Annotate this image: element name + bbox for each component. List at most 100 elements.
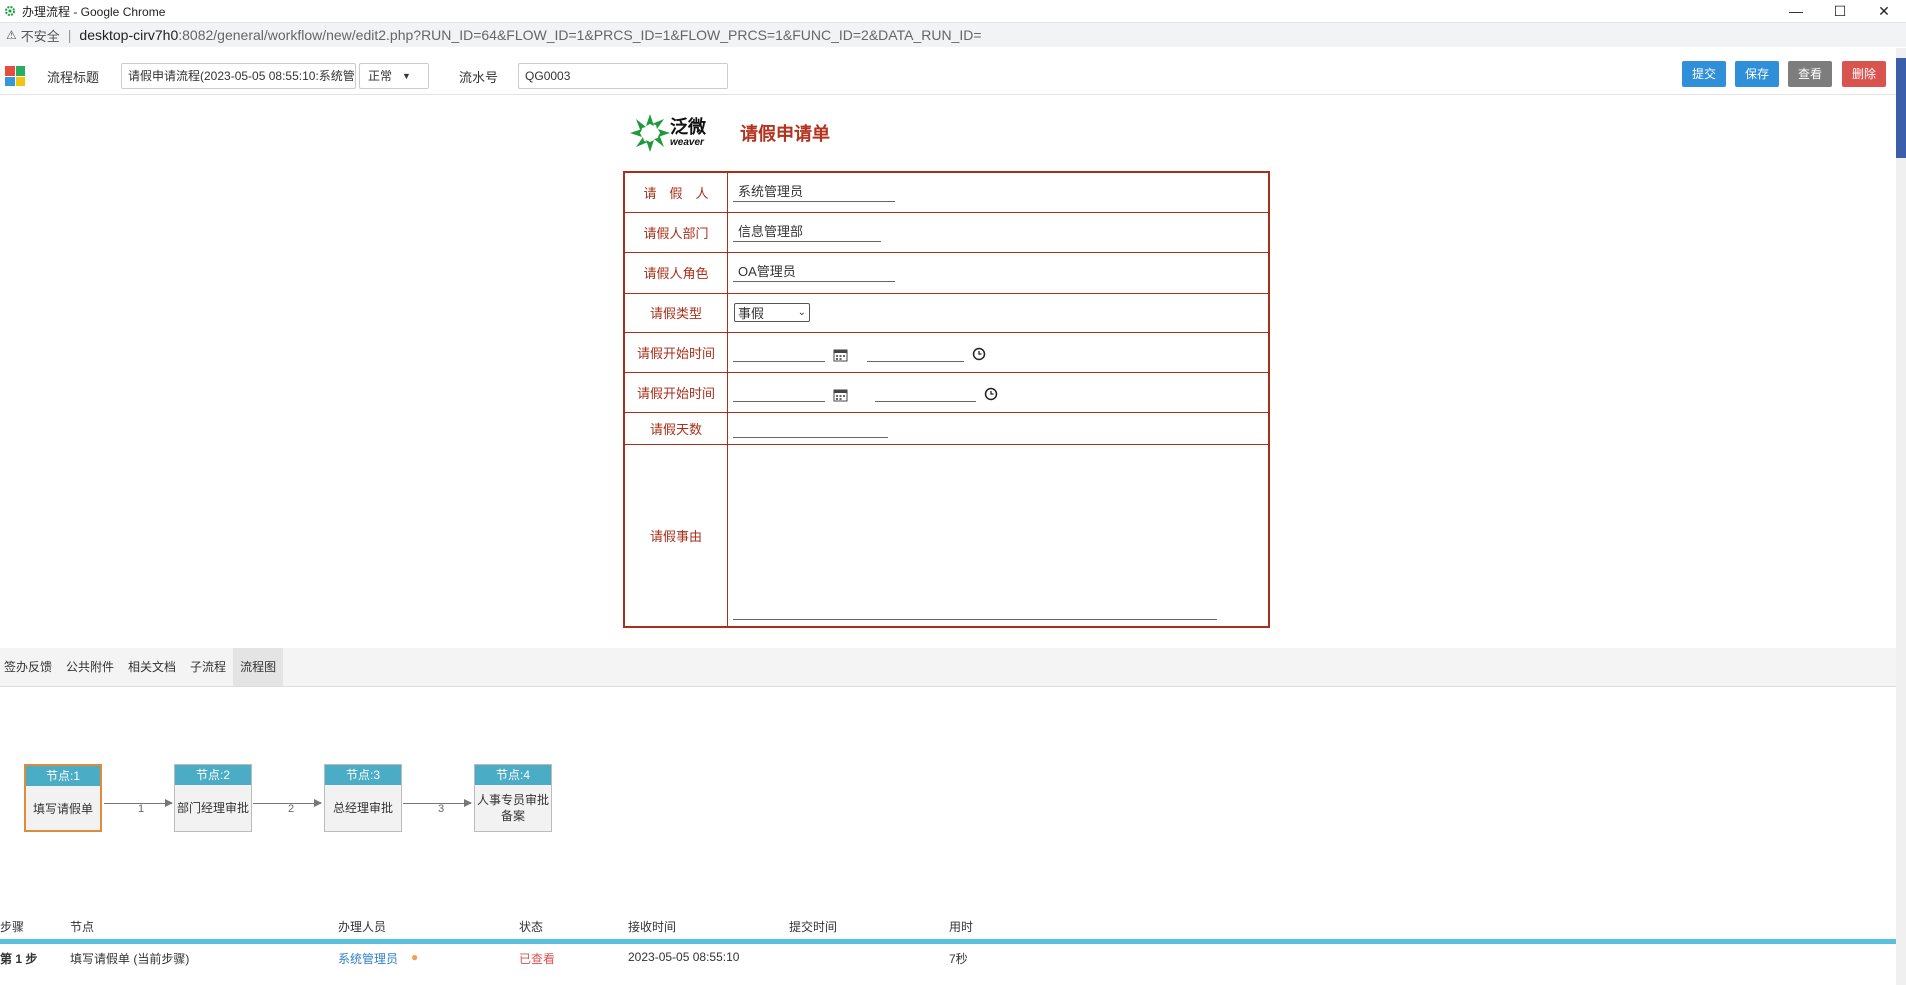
col-step: 步骤 [0, 920, 25, 934]
end-cell [727, 371, 1270, 413]
step-number: 第 1 步 [0, 952, 38, 966]
reason-textarea[interactable] [733, 459, 1217, 620]
applicant-cell: 系统管理员 [727, 171, 1270, 213]
priority-select[interactable]: 正常 ▼ [359, 63, 430, 89]
user-icon: ● [411, 950, 419, 964]
step-table-divider [0, 939, 1896, 944]
form-row-role: 请假人角色 OA管理员 [623, 251, 1270, 294]
col-handler: 办理人员 [338, 920, 387, 934]
flow-node-3[interactable]: 节点:3 总经理审批 [324, 764, 402, 832]
address-separator: | [67, 27, 72, 43]
step-handler-link[interactable]: 系统管理员 [338, 950, 398, 967]
bottom-tabs: 签办反馈 公共附件 相关文档 子流程 流程图 [0, 648, 1896, 687]
clock-icon[interactable] [972, 347, 986, 361]
tab-subflow[interactable]: 子流程 [183, 648, 233, 686]
days-label: 请假天数 [623, 411, 728, 445]
end-date-field[interactable] [733, 383, 825, 402]
form-row-type: 请假类型 事假 ⌄ [623, 292, 1270, 333]
applicant-field[interactable]: 系统管理员 [733, 183, 895, 202]
start-date-field[interactable] [733, 343, 825, 362]
arrow-label: 1 [138, 803, 145, 815]
warning-icon: ⚠ [6, 28, 17, 42]
app-gear-icon [5, 6, 15, 16]
caret-down-icon: ▼ [402, 71, 411, 81]
arrow-label: 3 [438, 803, 445, 815]
clock-icon[interactable] [984, 387, 998, 401]
form-row-start: 请假开始时间 [623, 331, 1270, 373]
url-host[interactable]: desktop-cirv7h0 [79, 27, 178, 43]
tab-attachments[interactable]: 公共附件 [59, 648, 121, 686]
tab-flowchart[interactable]: 流程图 [233, 648, 284, 686]
end-time-field[interactable] [875, 383, 977, 402]
flow-title-label: 流程标题 [47, 69, 100, 85]
flow-node-1[interactable]: 节点:1 填写请假单 [24, 764, 102, 832]
department-field[interactable]: 信息管理部 [733, 223, 881, 242]
maximize-icon[interactable]: ☐ [1818, 0, 1862, 22]
node-body: 填写请假单 [32, 802, 93, 816]
department-label: 请假人部门 [623, 211, 728, 253]
leave-type-value: 事假 [738, 306, 765, 321]
window-titlebar: 办理流程 - Google Chrome — ☐ ✕ [0, 0, 1906, 23]
step-node: 填写请假单 (当前步骤) [70, 952, 190, 966]
page-scrollbar[interactable] [1896, 48, 1906, 985]
days-field[interactable] [733, 419, 888, 438]
flow-arrow [403, 799, 472, 807]
serial-label: 流水号 [459, 69, 499, 85]
form-row-end: 请假开始时间 [623, 371, 1270, 413]
node-head: 节点:4 [475, 765, 551, 785]
weaver-logo-icon [630, 114, 670, 152]
start-cell [727, 331, 1270, 373]
node-head: 节点:3 [325, 765, 401, 785]
col-elapsed: 用时 [949, 920, 974, 934]
calendar-icon[interactable] [833, 387, 848, 402]
url-path[interactable]: :8082/general/workflow/new/edit2.php?RUN… [178, 27, 981, 43]
save-button[interactable]: 保存 [1735, 61, 1779, 87]
col-node: 节点 [70, 920, 95, 934]
department-cell: 信息管理部 [727, 211, 1270, 253]
type-cell: 事假 ⌄ [727, 292, 1270, 333]
end-label: 请假开始时间 [623, 371, 728, 413]
col-received: 接收时间 [628, 920, 677, 934]
workflow-toolbar: 流程标题 请假申请流程(2023-05-05 08:55:10:系统管理员) 正… [0, 58, 1906, 95]
form-header: 泛微 weaver 请假申请单 [628, 110, 830, 156]
reason-label: 请假事由 [623, 443, 728, 628]
flow-title-input[interactable]: 请假申请流程(2023-05-05 08:55:10:系统管理员) [121, 63, 357, 89]
leave-type-select[interactable]: 事假 ⌄ [734, 303, 810, 322]
flow-arrow [253, 799, 322, 807]
view-button[interactable]: 查看 [1788, 61, 1832, 87]
address-bar[interactable]: ⚠ 不安全 | desktop-cirv7h0 :8082/general/wo… [0, 23, 1906, 47]
scrollbar-thumb[interactable] [1896, 58, 1906, 158]
col-status: 状态 [519, 920, 544, 934]
node-head: 节点:2 [175, 765, 251, 785]
window-title: 办理流程 - Google Chrome [22, 4, 166, 19]
step-received: 2023-05-05 08:55:10 [628, 950, 740, 964]
minimize-icon[interactable]: — [1774, 0, 1818, 22]
role-cell: OA管理员 [727, 251, 1270, 294]
step-status: 已查看 [519, 952, 556, 966]
reason-cell [727, 443, 1270, 628]
form-row-reason: 请假事由 [623, 443, 1270, 628]
start-time-field[interactable] [867, 343, 965, 362]
delete-button[interactable]: 删除 [1842, 61, 1886, 87]
col-submitted: 提交时间 [789, 920, 838, 934]
submit-button[interactable]: 提交 [1682, 61, 1726, 87]
start-label: 请假开始时间 [623, 331, 728, 373]
window-controls: — ☐ ✕ [1774, 0, 1906, 22]
brand-en: weaver [670, 137, 704, 148]
tab-documents[interactable]: 相关文档 [121, 648, 183, 686]
flow-node-4[interactable]: 节点:4 人事专员审批备案 [474, 764, 552, 832]
step-table-header: 步骤 节点 办理人员 状态 接收时间 提交时间 用时 [0, 918, 1896, 938]
tab-feedback[interactable]: 签办反馈 [0, 648, 59, 686]
flow-node-2[interactable]: 节点:2 部门经理审批 [174, 764, 252, 832]
node-head: 节点:1 [26, 766, 100, 786]
node-body: 人事专员审批备案 [477, 793, 550, 823]
serial-input[interactable]: QG0003 [518, 63, 729, 89]
role-label: 请假人角色 [623, 251, 728, 294]
table-row: 第 1 步 填写请假单 (当前步骤) 系统管理员 ● 已查看 2023-05-0… [0, 950, 1896, 980]
brand-cn: 泛微 [670, 117, 706, 137]
close-icon[interactable]: ✕ [1862, 0, 1906, 22]
form-row-days: 请假天数 [623, 411, 1270, 445]
insecure-label: 不安全 [20, 28, 60, 44]
calendar-icon[interactable] [833, 347, 848, 362]
role-field[interactable]: OA管理员 [733, 263, 895, 282]
